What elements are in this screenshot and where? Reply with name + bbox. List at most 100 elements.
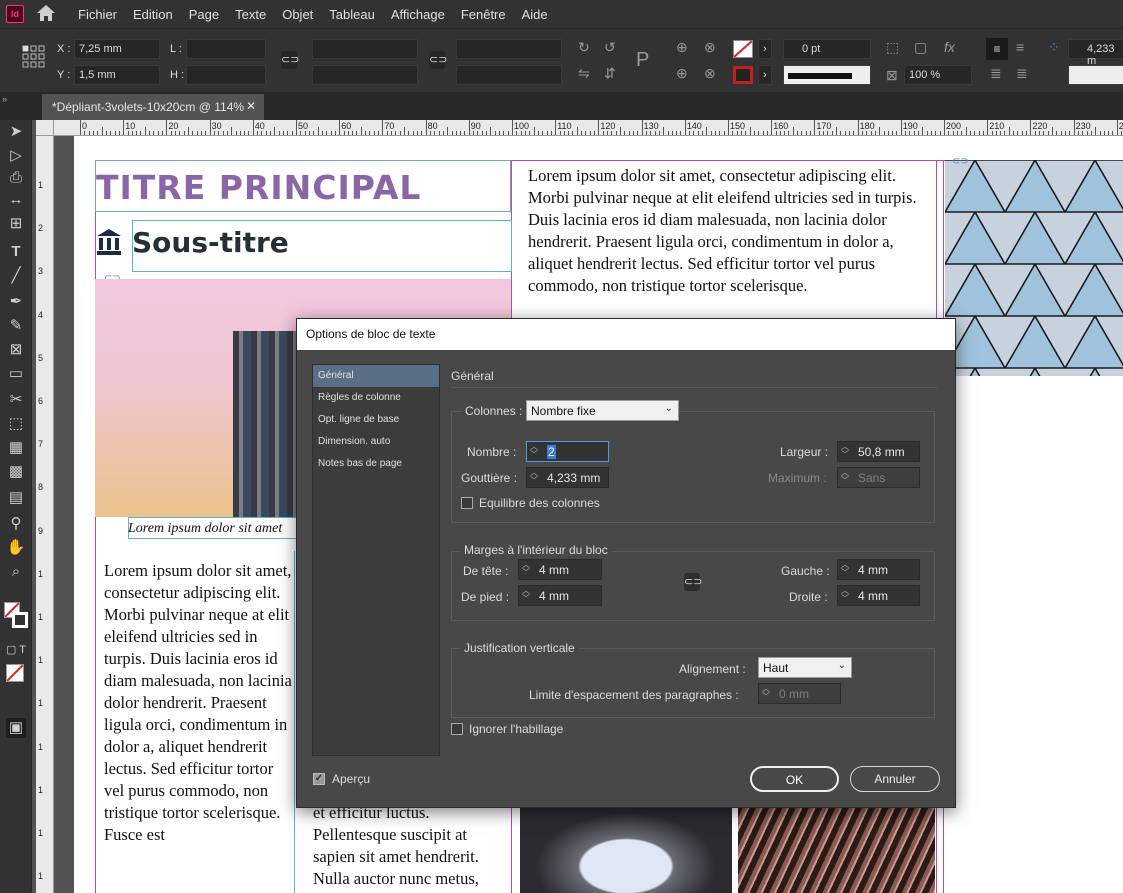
eyedropper-tool-icon[interactable]: ⚲ [6, 514, 26, 534]
stepper-arrows-icon[interactable]: ︿ ﹀ [841, 587, 853, 603]
number-stepper[interactable]: ︿ ﹀ 2 [526, 441, 609, 462]
valign2-icon[interactable]: ≣ [1016, 65, 1028, 82]
valign-icon[interactable]: ≣ [990, 65, 1002, 82]
rectangle-frame-tool-icon[interactable]: ⊠ [6, 340, 26, 360]
stepper-arrows-icon[interactable]: ︿ ﹀ [841, 443, 853, 459]
menu-fenetre[interactable]: Fenêtre [453, 7, 514, 22]
direct-selection-tool-icon[interactable]: ▷ [6, 146, 26, 166]
y-field[interactable]: 1,5 mm [74, 65, 160, 85]
balconies-image[interactable] [738, 804, 935, 893]
triangle-pattern-image[interactable] [945, 160, 1123, 376]
inset-bottom-stepper[interactable]: ︿ ﹀ 4 mm [518, 585, 602, 606]
hand-tool-icon[interactable]: ✋ [6, 538, 26, 558]
align-icon[interactable]: ⊕ [676, 39, 688, 56]
collapse-panel-icon[interactable]: » [2, 94, 7, 104]
balance-columns-checkbox[interactable] [461, 497, 473, 509]
align2-icon[interactable]: ⊕ [676, 65, 688, 82]
inset-top-stepper[interactable]: ︿ ﹀ 4 mm [518, 559, 602, 580]
spiral-building-image[interactable] [520, 804, 732, 893]
shear-field[interactable] [456, 65, 562, 85]
link-insets-icon[interactable]: ⊂⊃ [684, 573, 702, 591]
menu-fichier[interactable]: Fichier [70, 7, 125, 22]
scale-x-field[interactable] [312, 39, 418, 59]
inset-right-stepper[interactable]: ︿ ﹀ 4 mm [837, 585, 920, 606]
pen-tool-icon[interactable]: ✒ [6, 292, 26, 312]
nav-column-rules[interactable]: Règles de colonne [313, 387, 439, 409]
selection-tool-icon[interactable]: ➤ [6, 122, 26, 142]
ok-button[interactable]: OK [750, 766, 839, 792]
body-text-column-2[interactable]: Lorem ipsum dolor sit amet, consectetur … [528, 165, 932, 297]
alignment-dropdown[interactable]: Haut ⌄ [758, 657, 852, 678]
page-tool-icon[interactable]: ⎙ [6, 168, 26, 188]
rotate-ccw-icon[interactable]: ↺ [604, 39, 616, 56]
stepper-arrows-icon[interactable]: ︿ ﹀ [530, 443, 542, 459]
pencil-tool-icon[interactable]: ✎ [6, 316, 26, 336]
distribute-icon[interactable]: ⊗ [704, 39, 716, 56]
type-tool-icon[interactable]: T [6, 242, 26, 262]
stepper-arrows-icon[interactable]: ︿ ﹀ [841, 561, 853, 577]
drop-shadow-icon[interactable]: ▢ [914, 39, 927, 56]
gap-tool-icon[interactable]: ↔ [6, 190, 26, 210]
free-transform-tool-icon[interactable]: ⬚ [6, 414, 26, 434]
flip-h-icon[interactable]: ⇋ [578, 65, 590, 82]
distribute2-icon[interactable]: ⊗ [704, 65, 716, 82]
menu-edition[interactable]: Edition [125, 7, 181, 22]
corner-options-icon[interactable]: ⬚ [886, 39, 899, 56]
columns-type-dropdown[interactable]: Nombre fixe ⌄ [526, 400, 679, 421]
rotate-cw-icon[interactable]: ↻ [578, 39, 590, 56]
note-tool-icon[interactable]: ▤ [6, 488, 26, 508]
stepper-arrows-icon[interactable]: ︿ ﹀ [522, 561, 534, 577]
gutter-stepper[interactable]: ︿ ﹀ 4,233 mm [526, 467, 609, 488]
scale-y-field[interactable] [312, 65, 418, 85]
align-center-icon[interactable]: ≡ [1016, 39, 1024, 55]
nav-footnotes[interactable]: Notes bas de page [313, 453, 439, 475]
menu-page[interactable]: Page [181, 7, 227, 22]
ignore-wrap-checkbox[interactable] [451, 723, 463, 735]
stepper-arrows-icon[interactable]: ︿ ﹀ [530, 469, 542, 485]
nav-auto-size[interactable]: Dimension. auto [313, 431, 439, 453]
height-field[interactable] [186, 65, 266, 85]
stroke-swatch[interactable] [733, 66, 753, 84]
x-field[interactable]: 7,25 mm [74, 39, 160, 59]
gutter-field[interactable]: 4,233 m [1068, 39, 1123, 67]
home-icon[interactable] [36, 4, 56, 25]
nav-baseline-options[interactable]: Opt. ligne de base [313, 409, 439, 431]
scale-link-icon[interactable]: ⊂⊃ [429, 51, 447, 69]
stroke-style-field[interactable] [783, 65, 871, 85]
menu-affichage[interactable]: Affichage [383, 7, 453, 22]
ruler-origin[interactable] [36, 120, 54, 136]
width-stepper[interactable]: ︿ ﹀ 50,8 mm [837, 441, 920, 462]
column-width-field[interactable] [1068, 65, 1123, 85]
nav-general[interactable]: Général [313, 365, 439, 387]
horizontal-ruler[interactable]: 0 10 20 30 40 50 60 70 80 90 100 110 120 130 140 150 160… [54, 120, 1123, 136]
inset-left-stepper[interactable]: ︿ ﹀ 4 mm [837, 559, 920, 580]
gradient-swatch-tool-icon[interactable]: ▦ [6, 438, 26, 458]
fx-icon[interactable]: fx [944, 39, 955, 55]
screen-mode-icon[interactable]: ▣ [6, 718, 26, 738]
rotate-field[interactable] [456, 39, 562, 59]
gradient-feather-tool-icon[interactable]: ▩ [6, 462, 26, 482]
opacity-icon[interactable]: ⊠ [886, 67, 898, 84]
menu-objet[interactable]: Objet [274, 7, 321, 22]
reference-point-icon[interactable] [22, 45, 46, 72]
p-icon[interactable]: P [636, 49, 649, 72]
rectangle-tool-icon[interactable]: ▭ [6, 364, 26, 384]
stroke-weight-field[interactable]: 0 pt [783, 39, 871, 59]
menu-aide[interactable]: Aide [514, 7, 556, 22]
vertical-ruler[interactable]: 1 2 3 4 5 6 7 8 9 1 1 1 1 1 1 1 1 [36, 136, 54, 893]
apply-none-icon[interactable] [6, 664, 24, 682]
preview-checkbox[interactable]: ✓ [313, 773, 325, 785]
body-text-column-1b[interactable]: et efficitur luctus. Pellentesque suscip… [313, 802, 503, 890]
document-tab[interactable]: *Dépliant-3volets-10x20cm @ 114% ✕ [42, 94, 264, 120]
stroke-swatch-tool[interactable] [12, 612, 28, 628]
stroke-menu-icon[interactable]: › [758, 65, 772, 85]
flip-v-icon[interactable]: ⇵ [604, 65, 616, 82]
body-text-column-1[interactable]: Lorem ipsum dolor sit amet, consectetur … [104, 560, 294, 846]
menu-texte[interactable]: Texte [227, 7, 274, 22]
constrain-link-icon[interactable]: ⊂⊃ [281, 51, 299, 69]
close-tab-icon[interactable]: ✕ [246, 99, 256, 113]
content-collector-icon[interactable]: ⊞ [6, 214, 26, 234]
cancel-button[interactable]: Annuler [850, 766, 940, 792]
formatting-container-icon[interactable]: ▢ T [6, 640, 26, 660]
menu-tableau[interactable]: Tableau [321, 7, 383, 22]
